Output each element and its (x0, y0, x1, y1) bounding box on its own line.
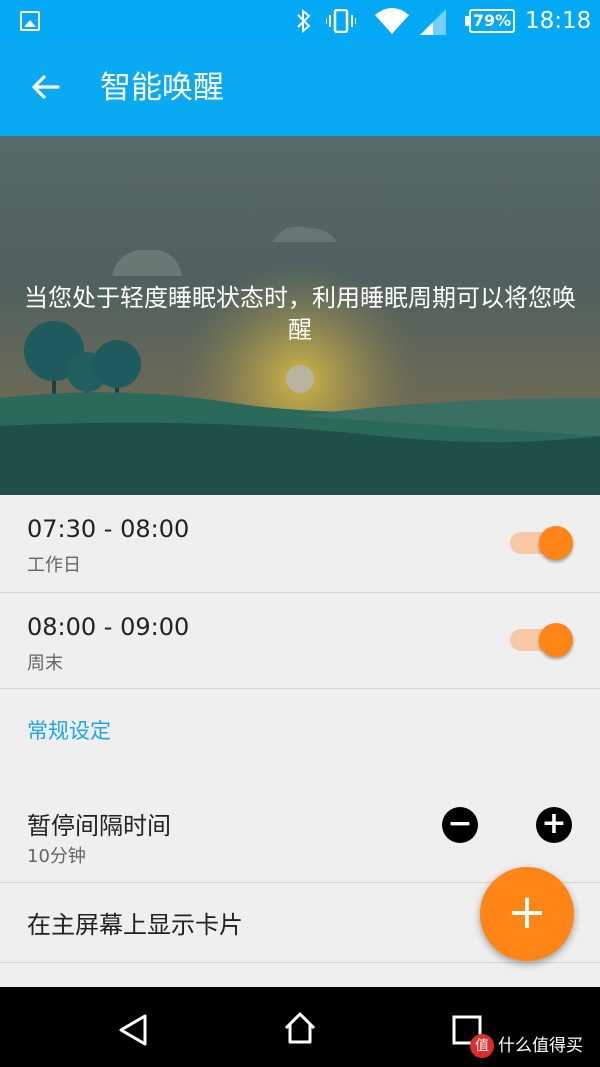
back-arrow-icon[interactable] (28, 69, 64, 105)
alarm-time: 07:30 - 08:00 (27, 515, 190, 543)
status-bar: 79% 18:18 (0, 0, 600, 42)
alarm-toggle-weekday[interactable] (510, 523, 574, 563)
section-header-general-settings: 常规设定 (27, 719, 111, 743)
home-nav-icon[interactable] (283, 1011, 317, 1045)
bluetooth-icon (296, 8, 312, 40)
snooze-title: 暂停间隔时间 (27, 812, 171, 840)
app-bar: 智能唤醒 (0, 42, 600, 136)
hero-banner: 当您处于轻度睡眠状态时，利用睡眠周期可以将您唤醒 (0, 136, 600, 495)
watermark-badge: 值 (470, 1034, 494, 1058)
hero-description: 当您处于轻度睡眠状态时，利用睡眠周期可以将您唤醒 (24, 284, 576, 344)
page-title: 智能唤醒 (100, 70, 224, 106)
back-nav-icon[interactable] (117, 1013, 149, 1047)
watermark-text: 什么值得买 (498, 1036, 583, 1056)
wifi-icon (375, 7, 409, 35)
watermark: 值什么值得买 (470, 1034, 583, 1058)
decrease-button[interactable]: − (442, 807, 478, 843)
alarm-row-weekend[interactable]: 08:00 - 09:00 周末 (0, 593, 600, 689)
alarm-row-weekday[interactable]: 07:30 - 08:00 工作日 (0, 495, 600, 593)
home-card-title: 在主屏幕上显示卡片 (27, 911, 243, 939)
status-time: 18:18 (525, 8, 592, 34)
vibrate-icon (325, 8, 357, 34)
cell-signal-icon (420, 9, 446, 35)
alarm-toggle-weekend[interactable] (510, 620, 574, 660)
snooze-value: 10分钟 (27, 846, 86, 867)
alarm-time: 08:00 - 09:00 (27, 613, 190, 641)
alarm-label: 工作日 (27, 555, 81, 576)
toggle-thumb (539, 526, 573, 560)
increase-button[interactable]: + (536, 807, 572, 843)
gallery-notification-icon (20, 11, 40, 31)
add-alarm-fab[interactable]: + (480, 867, 574, 961)
alarm-label: 周末 (27, 653, 63, 674)
snooze-interval-row: 暂停间隔时间 10分钟 − + (0, 782, 600, 883)
toggle-thumb (539, 623, 573, 657)
battery-icon: 79% (465, 9, 515, 33)
